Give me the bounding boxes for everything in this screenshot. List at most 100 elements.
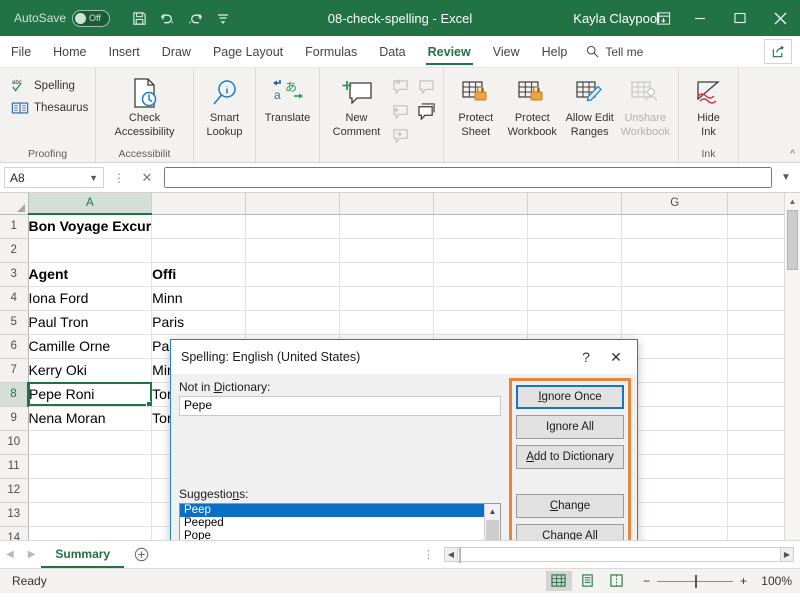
cell-a8[interactable]: Pepe Roni: [28, 382, 152, 406]
zoom-control[interactable]: − + 100%: [643, 574, 792, 588]
cell-b4[interactable]: Minn: [152, 286, 246, 310]
row-header-7[interactable]: 7: [0, 358, 28, 382]
column-header-g[interactable]: G: [622, 193, 728, 214]
delete-comment-icon[interactable]: [388, 75, 412, 99]
page-layout-view-icon[interactable]: [575, 571, 601, 591]
change-all-button[interactable]: Change All: [516, 524, 624, 540]
previous-comment-icon[interactable]: [388, 99, 412, 123]
smart-lookup-button[interactable]: Smart Lookup: [199, 71, 250, 138]
column-header-c[interactable]: [246, 193, 340, 214]
cell-a11[interactable]: [28, 454, 152, 478]
cell-c4[interactable]: [246, 286, 340, 310]
not-in-dictionary-field[interactable]: Pepe: [179, 396, 501, 416]
cell-g2[interactable]: [622, 238, 728, 262]
formula-input[interactable]: [164, 167, 772, 188]
horizontal-scrollbar[interactable]: ◀ ▶: [444, 547, 794, 562]
row-header-3[interactable]: 3: [0, 262, 28, 286]
tab-formulas[interactable]: Formulas: [294, 36, 368, 67]
save-icon[interactable]: [126, 5, 152, 31]
plus-circle-icon[interactable]: [124, 541, 159, 568]
cell-a5[interactable]: Paul Tron: [28, 310, 152, 334]
cell-c3[interactable]: [246, 262, 340, 286]
autosave-control[interactable]: AutoSave Off: [14, 10, 110, 27]
tab-insert[interactable]: Insert: [98, 36, 151, 67]
cell-a10[interactable]: [28, 430, 152, 454]
tell-me-search[interactable]: Tell me: [578, 36, 651, 67]
cell-f5[interactable]: [528, 310, 622, 334]
cell-d5[interactable]: [340, 310, 434, 334]
row-header-6[interactable]: 6: [0, 334, 28, 358]
cell-g1[interactable]: [622, 214, 728, 238]
cell-b1[interactable]: [152, 214, 246, 238]
cell-d1[interactable]: [340, 214, 434, 238]
cell-a1[interactable]: Bon Voyage Excur: [28, 214, 152, 238]
select-all-corner[interactable]: [0, 193, 28, 214]
tab-review[interactable]: Review: [417, 36, 482, 67]
tab-page-layout[interactable]: Page Layout: [202, 36, 294, 67]
ignore-all-button[interactable]: Ignore All: [516, 415, 624, 439]
protect-workbook-button[interactable]: Protect Workbook: [503, 71, 562, 138]
show-comment-icon[interactable]: [414, 75, 438, 99]
cell-e2[interactable]: [434, 238, 528, 262]
cell-b2[interactable]: [152, 238, 246, 262]
cell-e5[interactable]: [434, 310, 528, 334]
translate-button[interactable]: aあ Translate: [261, 71, 314, 124]
cell-a7[interactable]: Kerry Oki: [28, 358, 152, 382]
cell-a6[interactable]: Camille Orne: [28, 334, 152, 358]
zoom-in-icon[interactable]: +: [740, 574, 747, 588]
cell-c1[interactable]: [246, 214, 340, 238]
zoom-level[interactable]: 100%: [754, 574, 792, 588]
help-icon[interactable]: ?: [571, 343, 601, 371]
column-header-a[interactable]: A: [28, 193, 152, 214]
cell-e1[interactable]: [434, 214, 528, 238]
tab-view[interactable]: View: [482, 36, 531, 67]
tab-draw[interactable]: Draw: [151, 36, 202, 67]
thesaurus-button[interactable]: Thesaurus: [5, 97, 94, 119]
worksheet-grid[interactable]: A G 1 Bon Voyage Excur 2: [0, 193, 800, 540]
cell-f1[interactable]: [528, 214, 622, 238]
tab-home[interactable]: Home: [42, 36, 97, 67]
zoom-out-icon[interactable]: −: [643, 574, 650, 588]
maximize-icon[interactable]: [720, 0, 760, 36]
cell-f4[interactable]: [528, 286, 622, 310]
scroll-up-icon[interactable]: ▲: [785, 193, 800, 209]
cell-f3[interactable]: [528, 262, 622, 286]
column-header-f[interactable]: [528, 193, 622, 214]
new-comment-button[interactable]: New Comment: [325, 71, 388, 138]
cell-e3[interactable]: [434, 262, 528, 286]
cell-d3[interactable]: [340, 262, 434, 286]
cell-a12[interactable]: [28, 478, 152, 502]
tab-data[interactable]: Data: [368, 36, 416, 67]
close-icon[interactable]: ✕: [601, 343, 631, 371]
hide-ink-button[interactable]: Hide Ink: [684, 71, 733, 138]
list-item[interactable]: Peep: [180, 504, 484, 517]
sheet-tab-summary[interactable]: Summary: [41, 541, 124, 568]
cell-a13[interactable]: [28, 502, 152, 526]
row-header-5[interactable]: 5: [0, 310, 28, 334]
user-name[interactable]: Kayla Claypool: [573, 11, 660, 26]
protect-sheet-button[interactable]: Protect Sheet: [449, 71, 503, 138]
row-header-1[interactable]: 1: [0, 214, 28, 238]
vertical-scroll-thumb[interactable]: [787, 210, 798, 270]
next-comment-icon[interactable]: [414, 99, 438, 123]
row-header-10[interactable]: 10: [0, 430, 28, 454]
cell-e4[interactable]: [434, 286, 528, 310]
row-header-4[interactable]: 4: [0, 286, 28, 310]
tab-split-grip[interactable]: ⋮: [423, 548, 440, 561]
cell-c5[interactable]: [246, 310, 340, 334]
cell-a3[interactable]: Agent: [28, 262, 152, 286]
show-all-comments-icon[interactable]: [388, 123, 412, 147]
cell-c2[interactable]: [246, 238, 340, 262]
page-break-preview-icon[interactable]: [604, 571, 630, 591]
tab-help[interactable]: Help: [531, 36, 579, 67]
list-item[interactable]: Pope: [180, 530, 484, 540]
suggestions-listbox[interactable]: Peep Peeped Pope Peeps Peeve Pipe ▲ ▼: [179, 503, 501, 540]
collapse-ribbon-icon[interactable]: ^: [790, 149, 795, 160]
scroll-right-icon[interactable]: ▶: [780, 547, 794, 562]
cell-d4[interactable]: [340, 286, 434, 310]
close-icon[interactable]: [760, 0, 800, 36]
next-sheet-icon[interactable]: ▶: [28, 549, 36, 560]
normal-view-icon[interactable]: [546, 571, 572, 591]
minimize-icon[interactable]: [680, 0, 720, 36]
redo-icon[interactable]: [182, 5, 208, 31]
